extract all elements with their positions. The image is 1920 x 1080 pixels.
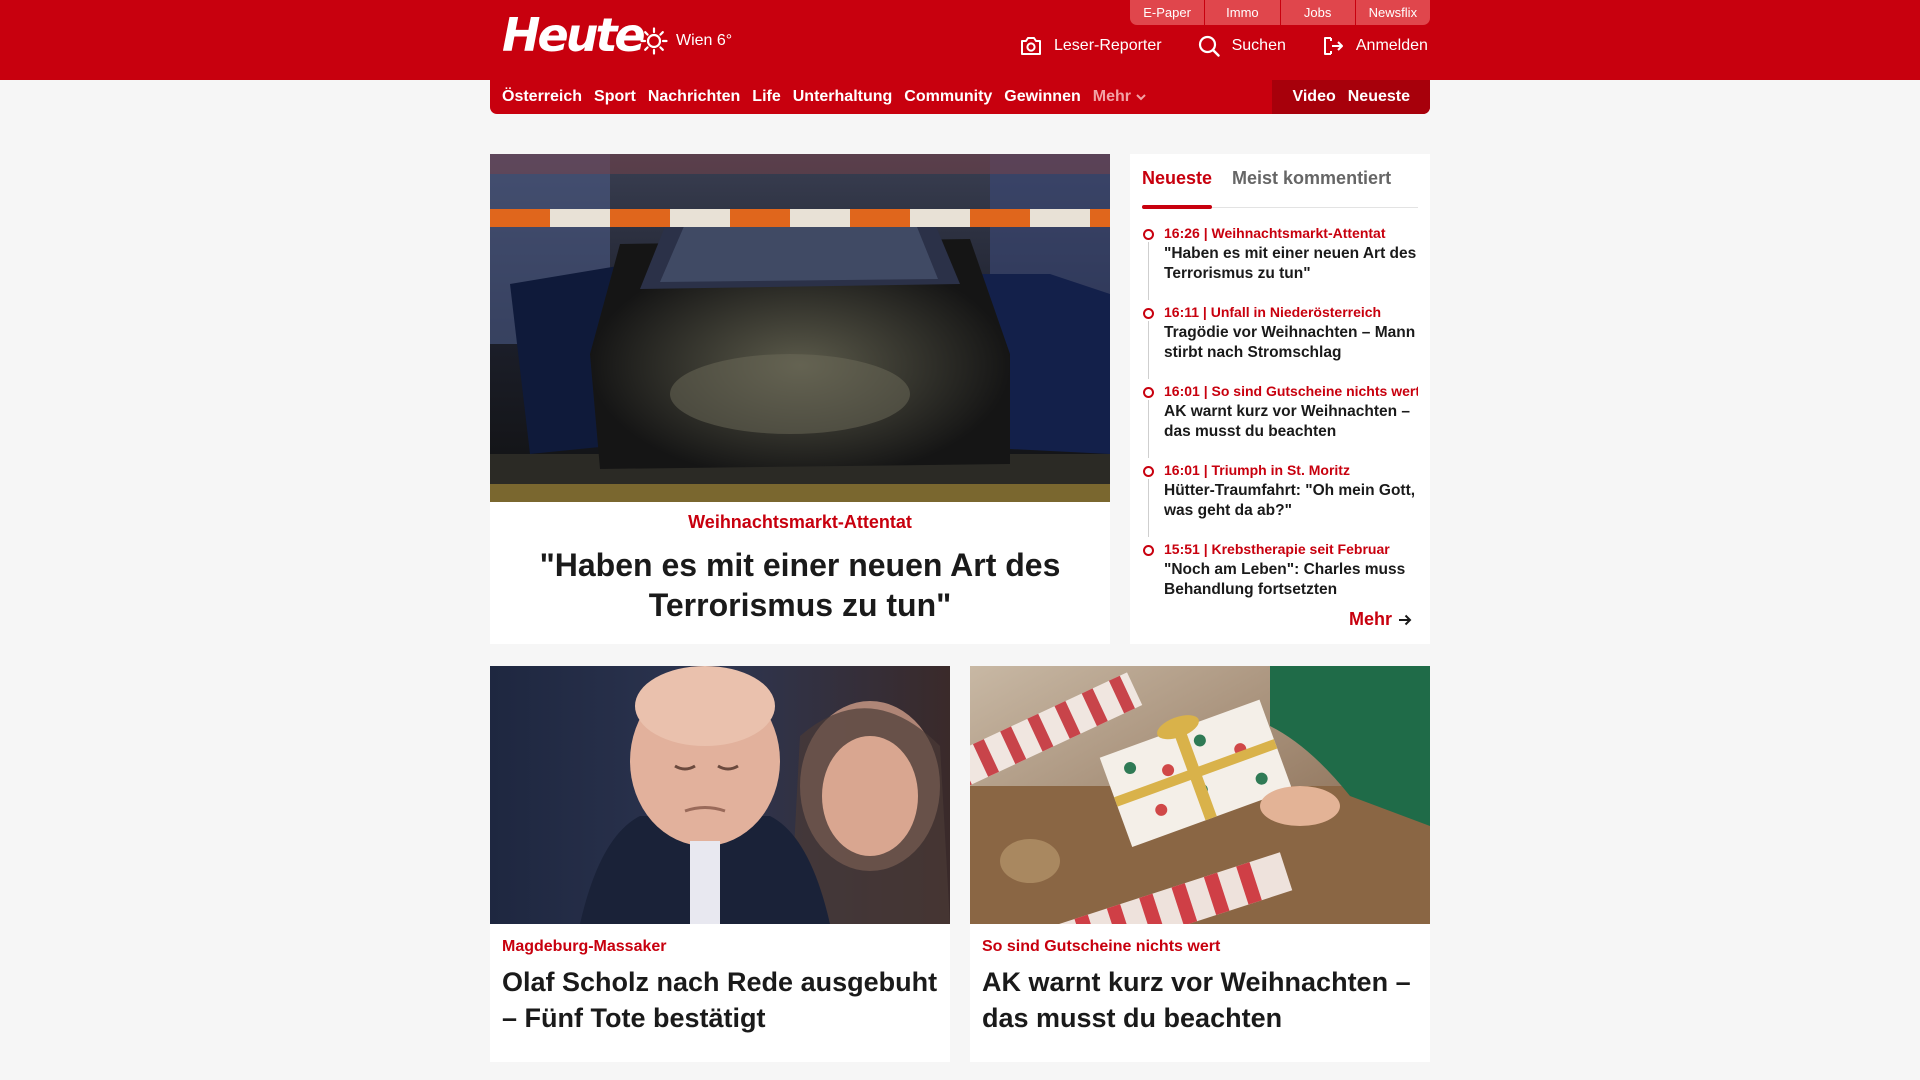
timeline-line — [1148, 479, 1149, 537]
main-navigation: Österreich Sport Nachrichten Life Unterh… — [490, 80, 1430, 114]
nav-item-neueste[interactable]: Neueste — [1348, 88, 1410, 106]
sun-icon — [640, 27, 668, 55]
timeline-meta: 15:51 | Krebstherapie seit Februar — [1164, 541, 1390, 557]
site-logo[interactable]: Heute — [502, 10, 646, 60]
card-kicker: So sind Gutscheine nichts wert — [982, 938, 1221, 955]
timeline-dot-icon — [1143, 308, 1154, 319]
camera-icon — [1021, 37, 1041, 55]
timeline-item[interactable]: 16:01 | So sind Gutscheine nichts wert A… — [1142, 382, 1418, 461]
teaser-card[interactable]: So sind Gutscheine nichts wert AK warnt … — [970, 666, 1430, 1062]
scholz-photo — [490, 666, 950, 924]
nav-item-life[interactable]: Life — [752, 88, 780, 106]
timeline-meta: 16:01 | Triumph in St. Moritz — [1164, 462, 1350, 478]
timeline-line — [1148, 242, 1149, 300]
card-kicker: Magdeburg-Massaker — [502, 938, 667, 955]
timeline-line — [1148, 321, 1149, 379]
search-icon — [1198, 35, 1220, 57]
weather-widget[interactable]: Wien 6° — [640, 26, 732, 56]
login-button[interactable]: Anmelden — [1322, 35, 1428, 57]
leser-reporter-label: Leser-Reporter — [1054, 37, 1162, 54]
hero-image — [490, 154, 1110, 502]
sidebar-more-label: Mehr — [1348, 609, 1392, 629]
nav-items: Österreich Sport Nachrichten Life Unterh… — [490, 80, 1147, 114]
timeline-dot-icon — [1143, 466, 1154, 477]
tab-meist-kommentiert[interactable]: Meist kommentiert — [1232, 164, 1391, 208]
top-link-newsflix[interactable]: Newsflix — [1355, 0, 1430, 25]
timeline-title[interactable]: "Noch am Leben": Charles muss Behandlung… — [1164, 560, 1418, 600]
search-label: Suchen — [1231, 37, 1286, 54]
chevron-down-icon — [1136, 94, 1146, 101]
timeline-line — [1148, 400, 1149, 458]
timeline-item[interactable]: 15:51 | Krebstherapie seit Februar "Noch… — [1142, 540, 1418, 619]
top-link-jobs[interactable]: Jobs — [1280, 0, 1356, 25]
nav-item-community[interactable]: Community — [904, 88, 992, 106]
nav-item-nachrichten[interactable]: Nachrichten — [648, 88, 740, 106]
news-timeline: 16:26 | Weihnachtsmarkt-Attentat "Haben … — [1142, 224, 1418, 619]
timeline-dot-icon — [1143, 229, 1154, 240]
sidebar-tabs: Neueste Meist kommentiert — [1142, 164, 1418, 209]
top-link-epaper[interactable]: E-Paper — [1130, 0, 1206, 25]
timeline-item[interactable]: 16:01 | Triumph in St. Moritz Hütter-Tra… — [1142, 461, 1418, 540]
nav-item-gewinnen[interactable]: Gewinnen — [1004, 88, 1080, 106]
top-links: E-Paper Immo Jobs Newsflix — [1130, 0, 1430, 25]
timeline-title[interactable]: Hütter-Traumfahrt: "Oh mein Gott, was ge… — [1164, 481, 1418, 521]
tab-neueste[interactable]: Neueste — [1142, 164, 1213, 209]
login-icon — [1323, 37, 1343, 55]
hero-title[interactable]: "Haben es mit einer neuen Art des Terror… — [530, 545, 1070, 625]
timeline-dot-icon — [1143, 545, 1154, 556]
timeline-meta: 16:01 | So sind Gutscheine nichts wert — [1164, 383, 1418, 399]
timeline-dot-icon — [1143, 387, 1154, 398]
top-link-immo[interactable]: Immo — [1205, 0, 1281, 25]
nav-item-oesterreich[interactable]: Österreich — [502, 88, 582, 106]
weather-label: Wien 6° — [676, 32, 733, 49]
timeline-item[interactable]: 16:11 | Unfall in Niederösterreich Tragö… — [1142, 303, 1418, 382]
login-label: Anmelden — [1355, 37, 1428, 54]
hero-article[interactable]: Weihnachtsmarkt-Attentat "Haben es mit e… — [490, 154, 1110, 644]
timeline-title[interactable]: AK warnt kurz vor Weihnachten – das muss… — [1164, 402, 1418, 442]
card-title[interactable]: Olaf Scholz nach Rede ausgebuht – Fünf T… — [502, 964, 938, 1036]
nav-more-dropdown[interactable]: Mehr — [1093, 88, 1147, 106]
leser-reporter-button[interactable]: Leser-Reporter — [1020, 36, 1162, 56]
timeline-item[interactable]: 16:26 | Weihnachtsmarkt-Attentat "Haben … — [1142, 224, 1418, 303]
timeline-meta: 16:26 | Weihnachtsmarkt-Attentat — [1164, 225, 1386, 241]
timeline-title[interactable]: Tragödie vor Weihnachten – Mann stirbt n… — [1164, 323, 1418, 363]
header-actions: Leser-Reporter Suchen Anmelden — [1020, 30, 1428, 62]
nav-right: Video Neueste — [1272, 80, 1430, 114]
teaser-card[interactable]: Magdeburg-Massaker Olaf Scholz nach Rede… — [490, 666, 950, 1062]
nav-item-unterhaltung[interactable]: Unterhaltung — [793, 88, 893, 106]
nav-item-video[interactable]: Video — [1292, 88, 1335, 106]
timeline-meta: 16:11 | Unfall in Niederösterreich — [1164, 304, 1382, 320]
card-title[interactable]: AK warnt kurz vor Weihnachten – das muss… — [982, 964, 1418, 1036]
nav-item-sport[interactable]: Sport — [594, 88, 636, 106]
latest-news-sidebar: Neueste Meist kommentiert 16:26 | Weihna… — [1130, 154, 1430, 644]
sidebar-more-link[interactable]: Mehr — [1349, 609, 1412, 630]
search-button[interactable]: Suchen — [1198, 35, 1286, 57]
site-header: E-Paper Immo Jobs Newsflix Heute Wien 6° — [0, 0, 1920, 80]
hero-kicker: Weihnachtsmarkt-Attentat — [688, 512, 912, 532]
gift-photo — [970, 666, 1430, 924]
nav-more-label: Mehr — [1092, 88, 1131, 105]
arrow-right-icon — [1399, 614, 1412, 625]
timeline-title[interactable]: "Haben es mit einer neuen Art des Terror… — [1164, 244, 1418, 284]
